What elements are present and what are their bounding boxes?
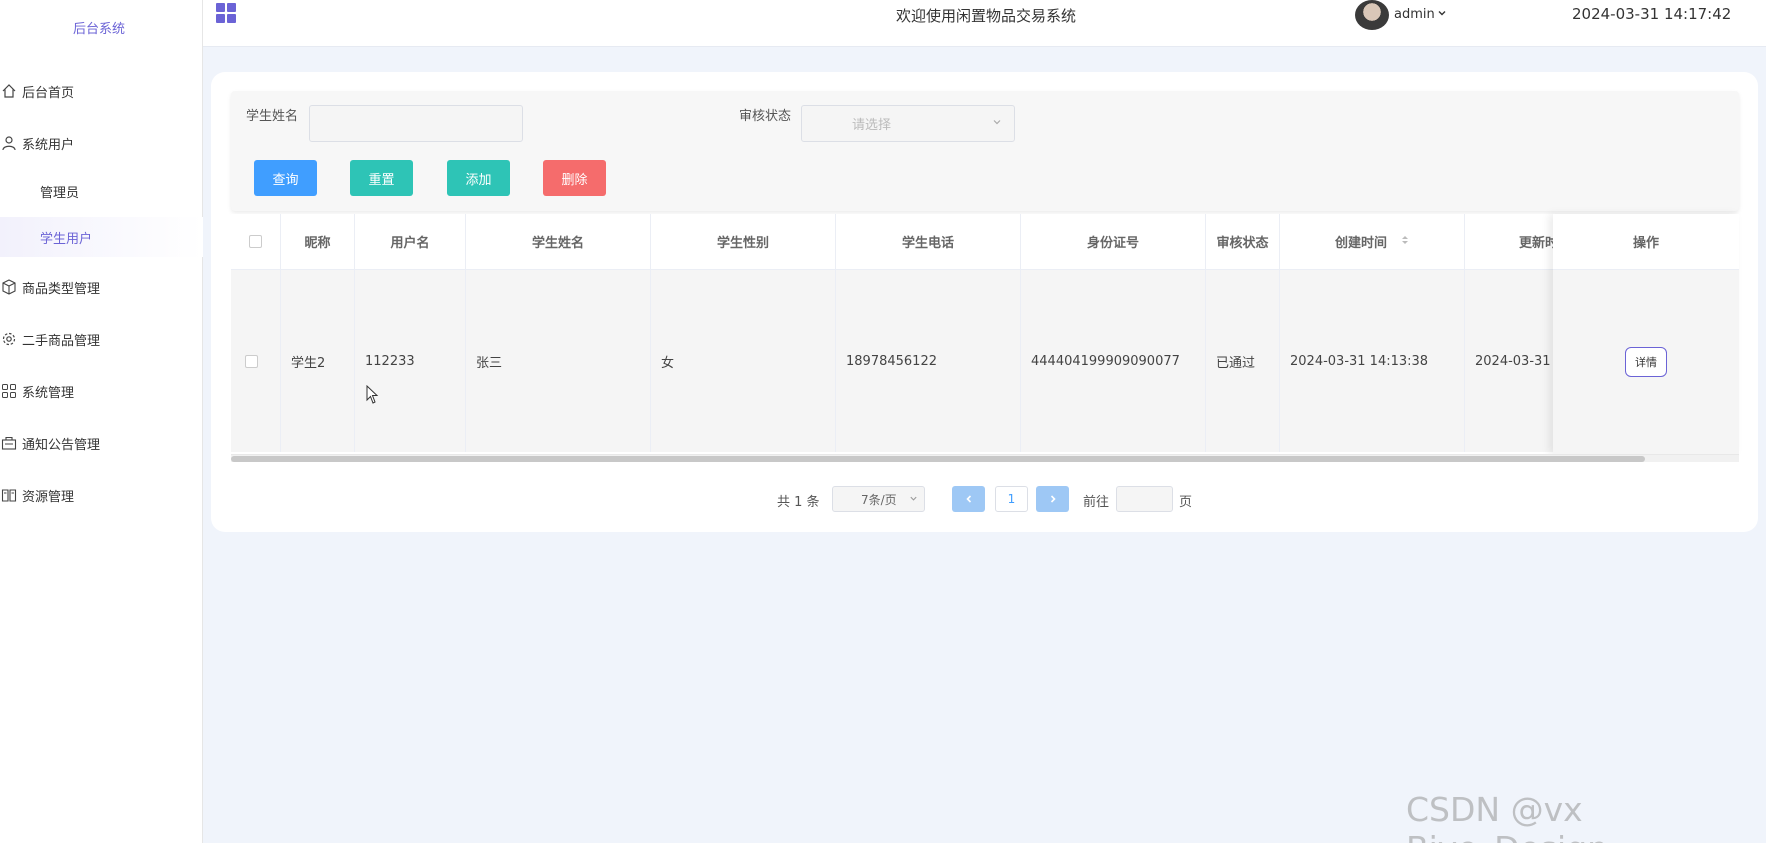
sidebar-item-label: 通知公告管理 <box>22 437 101 453</box>
sidebar-item-label: 资源管理 <box>22 489 75 505</box>
column-header-id-card: 身份证号 <box>1021 214 1206 269</box>
sidebar-item-label: 商品类型管理 <box>22 281 101 297</box>
header: 欢迎使用闲置物品交易系统 admin 2024-03-31 14:17:42 <box>203 0 1766 47</box>
chevron-right-icon <box>1050 495 1056 503</box>
student-name-label: 学生姓名 <box>246 109 299 124</box>
horizontal-scrollbar[interactable] <box>231 454 1739 462</box>
chevron-left-icon <box>965 495 971 503</box>
select-all-cell <box>231 214 281 269</box>
home-icon <box>0 82 18 100</box>
cell-phone: 18978456122 <box>836 270 1021 452</box>
search-panel: 学生姓名 审核状态 请选择 查询 重置 添加 删除 <box>231 91 1739 211</box>
grid-icon <box>0 382 18 400</box>
cell-created-time: 2024-03-31 14:13:38 <box>1280 270 1465 452</box>
box-icon <box>0 278 18 296</box>
watermark: CSDN @vx Biye_Design <box>1406 790 1608 843</box>
chevron-down-icon <box>909 492 918 506</box>
goto-page-input[interactable] <box>1116 486 1173 512</box>
select-all-checkbox[interactable] <box>249 235 262 248</box>
mouse-cursor-icon <box>366 385 379 404</box>
student-table: 昵称 用户名 学生姓名 学生性别 学生电话 身份证号 审核状态 创建时间 更新时… <box>231 214 1739 462</box>
prev-page-button[interactable] <box>952 486 985 512</box>
sidebar-item-label: 二手商品管理 <box>22 333 101 349</box>
sort-icon[interactable] <box>1401 234 1409 250</box>
table-header: 昵称 用户名 学生姓名 学生性别 学生电话 身份证号 审核状态 创建时间 更新时… <box>231 214 1739 270</box>
sidebar: 后台系统 后台首页 系统用户 管理员 学生用户 商品类型管理 二手商品管理 系统… <box>0 0 203 843</box>
column-header-nickname: 昵称 <box>281 214 355 269</box>
created-time-header-label: 创建时间 <box>1334 236 1387 251</box>
user-dropdown[interactable]: admin <box>1394 7 1447 22</box>
sidebar-item-label: 后台首页 <box>22 85 75 101</box>
cell-nickname: 学生2 <box>281 270 355 452</box>
column-header-username: 用户名 <box>355 214 466 269</box>
delete-button[interactable]: 删除 <box>543 160 606 196</box>
page-suffix-label: 页 <box>1179 495 1193 510</box>
query-button[interactable]: 查询 <box>254 160 317 196</box>
next-page-button[interactable] <box>1036 486 1069 512</box>
student-name-input[interactable] <box>309 105 523 142</box>
avatar[interactable] <box>1355 0 1389 30</box>
chevron-down-icon <box>1437 7 1447 22</box>
brand-title: 后台系统 <box>72 22 125 37</box>
row-select-cell <box>231 270 281 452</box>
sidebar-item-product-types[interactable]: 商品类型管理 <box>0 267 203 307</box>
table-row: 学生2 112233 张三 女 18978456122 444404199909… <box>231 270 1739 452</box>
column-header-student-name: 学生姓名 <box>466 214 651 269</box>
user-icon <box>0 134 18 152</box>
total-count: 共 1 条 <box>777 495 820 510</box>
audit-status-label: 审核状态 <box>739 109 792 124</box>
sidebar-item-system-users[interactable]: 系统用户 <box>0 123 203 163</box>
goto-label: 前往 <box>1083 495 1110 510</box>
cell-student-name: 张三 <box>466 270 651 452</box>
cell-username: 112233 <box>355 270 466 452</box>
sidebar-item-resource-management[interactable]: 资源管理 <box>0 475 203 515</box>
detail-button[interactable]: 详情 <box>1625 347 1667 377</box>
page-size-select[interactable]: 7条/页 <box>832 486 925 512</box>
sidebar-item-notice-management[interactable]: 通知公告管理 <box>0 423 203 463</box>
page-size-value: 7条/页 <box>861 492 897 507</box>
column-header-audit-status: 审核状态 <box>1206 214 1280 269</box>
column-header-created-time[interactable]: 创建时间 <box>1280 214 1465 269</box>
sidebar-item-label: 学生用户 <box>40 231 93 247</box>
gear-icon <box>0 330 18 348</box>
audit-status-select[interactable]: 请选择 <box>801 105 1015 142</box>
add-button[interactable]: 添加 <box>447 160 510 196</box>
page-number-current[interactable]: 1 <box>995 486 1028 512</box>
username: admin <box>1394 7 1435 22</box>
fixed-action-column: 操作 详情 <box>1553 214 1739 454</box>
current-datetime: 2024-03-31 14:17:42 <box>1572 5 1732 23</box>
sidebar-item-secondhand-goods[interactable]: 二手商品管理 <box>0 319 203 359</box>
column-header-action: 操作 <box>1553 214 1739 270</box>
column-header-gender: 学生性别 <box>651 214 836 269</box>
notice-icon <box>0 434 18 452</box>
scrollbar-thumb[interactable] <box>231 456 1645 462</box>
welcome-text: 欢迎使用闲置物品交易系统 <box>896 7 1077 25</box>
chevron-down-icon <box>992 116 1002 131</box>
sidebar-item-student-users[interactable]: 学生用户 <box>0 217 203 257</box>
book-icon <box>0 486 18 504</box>
select-placeholder: 请选择 <box>852 118 892 133</box>
cell-id-card: 444404199909090077 <box>1021 270 1206 452</box>
sidebar-item-home[interactable]: 后台首页 <box>0 71 203 111</box>
column-header-phone: 学生电话 <box>836 214 1021 269</box>
sidebar-item-system-management[interactable]: 系统管理 <box>0 371 203 411</box>
sidebar-item-label: 系统用户 <box>22 137 75 153</box>
cell-gender: 女 <box>651 270 836 452</box>
action-cell: 详情 <box>1553 270 1739 454</box>
apps-menu-icon[interactable] <box>216 3 236 23</box>
sidebar-item-label: 系统管理 <box>22 385 75 401</box>
reset-button[interactable]: 重置 <box>350 160 413 196</box>
sidebar-item-label: 管理员 <box>40 185 80 201</box>
sidebar-item-admin[interactable]: 管理员 <box>0 171 203 211</box>
cell-audit-status: 已通过 <box>1206 270 1280 452</box>
row-checkbox[interactable] <box>245 354 258 368</box>
